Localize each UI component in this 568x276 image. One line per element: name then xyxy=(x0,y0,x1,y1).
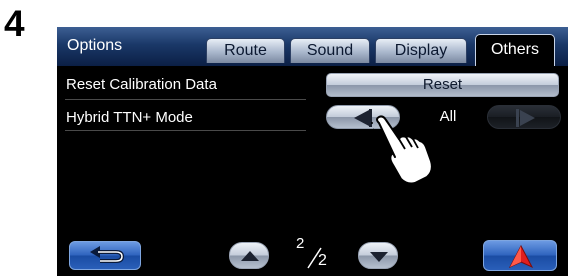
tab-sound[interactable]: Sound xyxy=(290,38,370,63)
triangle-right-icon xyxy=(516,109,535,127)
device-screen: Options Route Sound Display Others Reset… xyxy=(57,27,568,276)
back-button[interactable] xyxy=(69,241,141,270)
page-title: Options xyxy=(67,37,123,54)
page-up-button[interactable] xyxy=(229,242,269,269)
navigation-arrow-icon xyxy=(508,244,534,269)
manual-page: 4 Options Route Sound Display Others Res… xyxy=(0,0,568,276)
setting-label-reset-calibration: Reset Calibration Data xyxy=(66,76,217,93)
page-indicator: 2 2 xyxy=(294,233,334,273)
back-arrow-icon xyxy=(90,246,125,263)
header-bar: Options Route Sound Display Others xyxy=(57,27,568,66)
triangle-up-icon xyxy=(241,251,259,261)
step-number: 4 xyxy=(4,3,25,44)
reset-button[interactable]: Reset xyxy=(326,73,559,97)
row-divider xyxy=(65,130,306,131)
page-down-button[interactable] xyxy=(358,242,398,269)
row-divider xyxy=(65,99,306,100)
tab-others[interactable]: Others xyxy=(475,34,555,66)
page-total: 2 xyxy=(318,252,327,269)
next-value-button[interactable] xyxy=(487,105,561,129)
tab-route[interactable]: Route xyxy=(206,38,285,63)
map-button[interactable] xyxy=(483,240,557,271)
pointing-hand-icon xyxy=(371,115,433,185)
triangle-down-icon xyxy=(370,252,388,262)
tab-display[interactable]: Display xyxy=(375,38,467,63)
page-slash xyxy=(307,247,322,269)
setting-label-hybrid-mode: Hybrid TTN+ Mode xyxy=(66,109,193,126)
